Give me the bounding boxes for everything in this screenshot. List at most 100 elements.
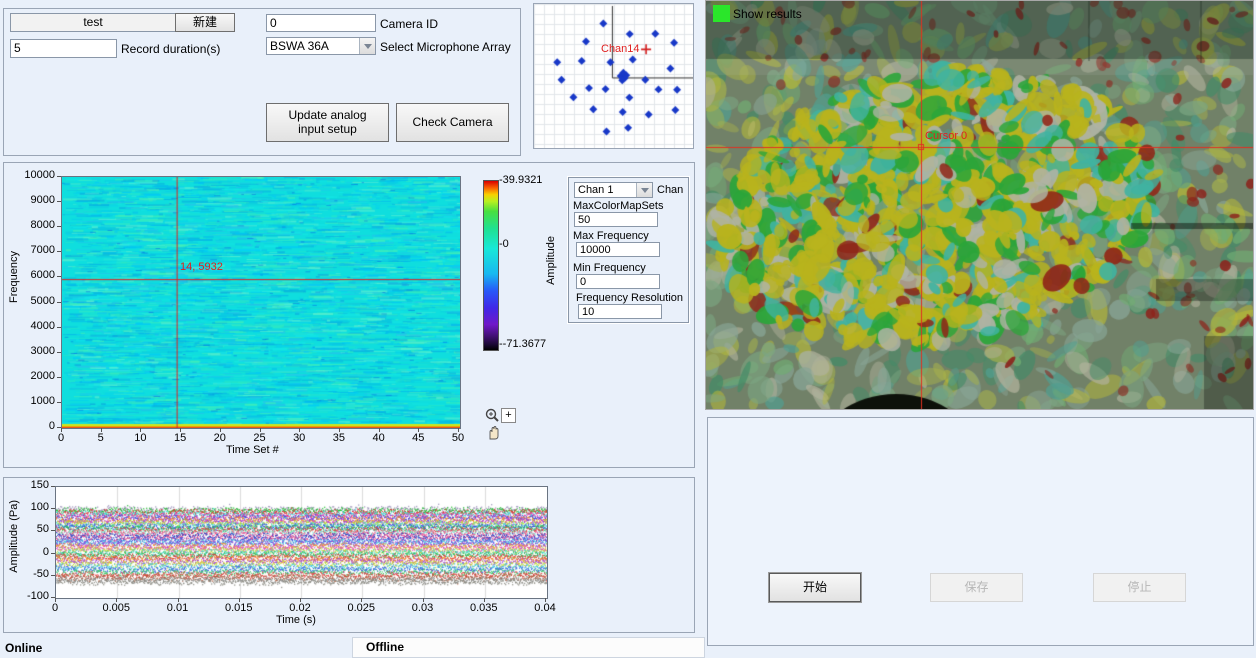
tick-mark: [545, 598, 546, 602]
spectrogram-plot[interactable]: [62, 177, 460, 428]
stop-button[interactable]: 停止: [1093, 573, 1186, 602]
update-analog-input-button[interactable]: Update analog input setup: [266, 103, 389, 142]
waveform-xlabel: Time (s): [276, 614, 316, 626]
tick-label: 3000: [31, 345, 55, 357]
tick-label: 50: [37, 523, 49, 535]
mic-array-plot[interactable]: [534, 4, 693, 148]
tick-label: 0.025: [347, 602, 375, 614]
tick-mark: [418, 428, 419, 432]
tick-label: 0.035: [470, 602, 498, 614]
record-duration-input[interactable]: 5: [10, 39, 117, 58]
camera-image[interactable]: [706, 1, 1253, 409]
tick-mark: [260, 428, 261, 432]
new-session-button[interactable]: 新建: [175, 13, 235, 32]
tick-label: 15: [174, 432, 186, 444]
tick-mark: [140, 428, 141, 432]
mic-array-label: Select Microphone Array: [380, 40, 511, 54]
tick-label: 7000: [31, 244, 55, 256]
tick-label: 0.01: [167, 602, 188, 614]
tick-label: 30: [293, 432, 305, 444]
session-name-input[interactable]: test: [10, 13, 176, 32]
waveform-plot[interactable]: [56, 487, 547, 598]
save-button[interactable]: 保存: [930, 573, 1023, 602]
tick-label: -0: [499, 238, 509, 250]
tick-label: 10000: [24, 169, 55, 181]
tick-label: 0.02: [289, 602, 310, 614]
tick-label: 0: [49, 420, 55, 432]
camera-id-label: Camera ID: [380, 17, 438, 31]
tick-mark: [379, 428, 380, 432]
chevron-down-icon[interactable]: [636, 183, 652, 197]
camera-view-panel: Show results Cursor 0: [705, 0, 1254, 410]
tick-label: 10: [134, 432, 146, 444]
tick-label: 0: [43, 546, 49, 558]
colorbar-scale: -39.9321-0--71.3677: [499, 163, 569, 383]
tick-label: 40: [372, 432, 384, 444]
max-freq-input[interactable]: 10000: [576, 242, 660, 257]
chan-label: Chan: [657, 184, 683, 196]
analysis-controls-group: Chan 1 Chan MaxColorMapSets 50 Max Frequ…: [568, 177, 689, 323]
tick-mark: [361, 598, 362, 602]
tick-mark: [484, 598, 485, 602]
tick-label: 0: [58, 432, 64, 444]
tick-label: 0.015: [225, 602, 253, 614]
spectrogram-y-axis: 1000090008000700060005000400030002000100…: [4, 163, 61, 443]
tick-mark: [300, 598, 301, 602]
spectrogram-panel: Frequency 100009000800070006000500040003…: [3, 162, 695, 468]
freq-res-label: Frequency Resolution: [576, 292, 683, 304]
spectrogram-cursor-label: 14, 5932: [180, 261, 223, 273]
tick-mark: [180, 428, 181, 432]
mic-array-panel: Chan14: [533, 3, 694, 149]
tick-label: 6000: [31, 269, 55, 281]
check-camera-button[interactable]: Check Camera: [396, 103, 509, 142]
record-duration-label: Record duration(s): [121, 42, 220, 56]
min-freq-input[interactable]: 0: [576, 274, 660, 289]
tick-label: 50: [452, 432, 464, 444]
tick-mark: [339, 428, 340, 432]
waveform-plot-frame: [55, 486, 548, 599]
mic-array-select[interactable]: BSWA 36A: [266, 37, 376, 55]
chevron-down-icon[interactable]: [359, 38, 375, 54]
chan-select-value: Chan 1: [575, 183, 636, 197]
offline-status-box: Offline: [352, 637, 705, 658]
tick-mark: [116, 598, 117, 602]
tick-label: -100: [27, 590, 49, 602]
online-status: Online: [5, 641, 42, 655]
mic-array-cursor-label: Chan14: [601, 43, 640, 55]
min-freq-label: Min Frequency: [573, 262, 646, 274]
tick-label: 25: [253, 432, 265, 444]
colorbar-label: Amplitude: [545, 236, 557, 285]
waveform-y-axis: 150100500-50-100: [4, 478, 55, 608]
waveform-x-axis: 00.0050.010.0150.020.0250.030.0350.04: [55, 598, 546, 614]
tick-mark: [101, 428, 102, 432]
colorbar: [483, 180, 499, 351]
zoom-plus-icon[interactable]: +: [501, 408, 516, 423]
tick-mark: [178, 598, 179, 602]
tick-label: 4000: [31, 320, 55, 332]
tick-label: 0: [52, 602, 58, 614]
max-colormap-input[interactable]: 50: [574, 212, 658, 227]
start-button[interactable]: 开始: [769, 573, 861, 602]
waveform-panel: Amplitude (Pa) 150100500-50-100 00.0050.…: [3, 477, 695, 633]
tick-mark: [458, 428, 459, 432]
tick-label: 1000: [31, 395, 55, 407]
tick-label: 0.04: [534, 602, 555, 614]
zoom-tool-icon[interactable]: [484, 408, 501, 424]
tick-label: -39.9321: [499, 174, 542, 186]
max-freq-label: Max Frequency: [573, 230, 649, 242]
setup-panel: test 新建 5 Record duration(s) 0 Camera ID…: [3, 8, 521, 156]
camera-id-input[interactable]: 0: [266, 14, 376, 32]
tick-label: 150: [31, 479, 49, 491]
pan-hand-icon[interactable]: [486, 425, 502, 441]
max-colormap-label: MaxColorMapSets: [573, 200, 663, 212]
freq-res-input[interactable]: 10: [578, 304, 662, 319]
tick-label: 5000: [31, 295, 55, 307]
tick-label: 20: [214, 432, 226, 444]
chan-select[interactable]: Chan 1: [574, 182, 653, 198]
tick-label: 35: [333, 432, 345, 444]
tick-mark: [220, 428, 221, 432]
tick-label: 5: [98, 432, 104, 444]
acoustic-camera-app: test 新建 5 Record duration(s) 0 Camera ID…: [0, 0, 1256, 658]
show-results-checkbox[interactable]: [713, 5, 730, 22]
tick-mark: [239, 598, 240, 602]
